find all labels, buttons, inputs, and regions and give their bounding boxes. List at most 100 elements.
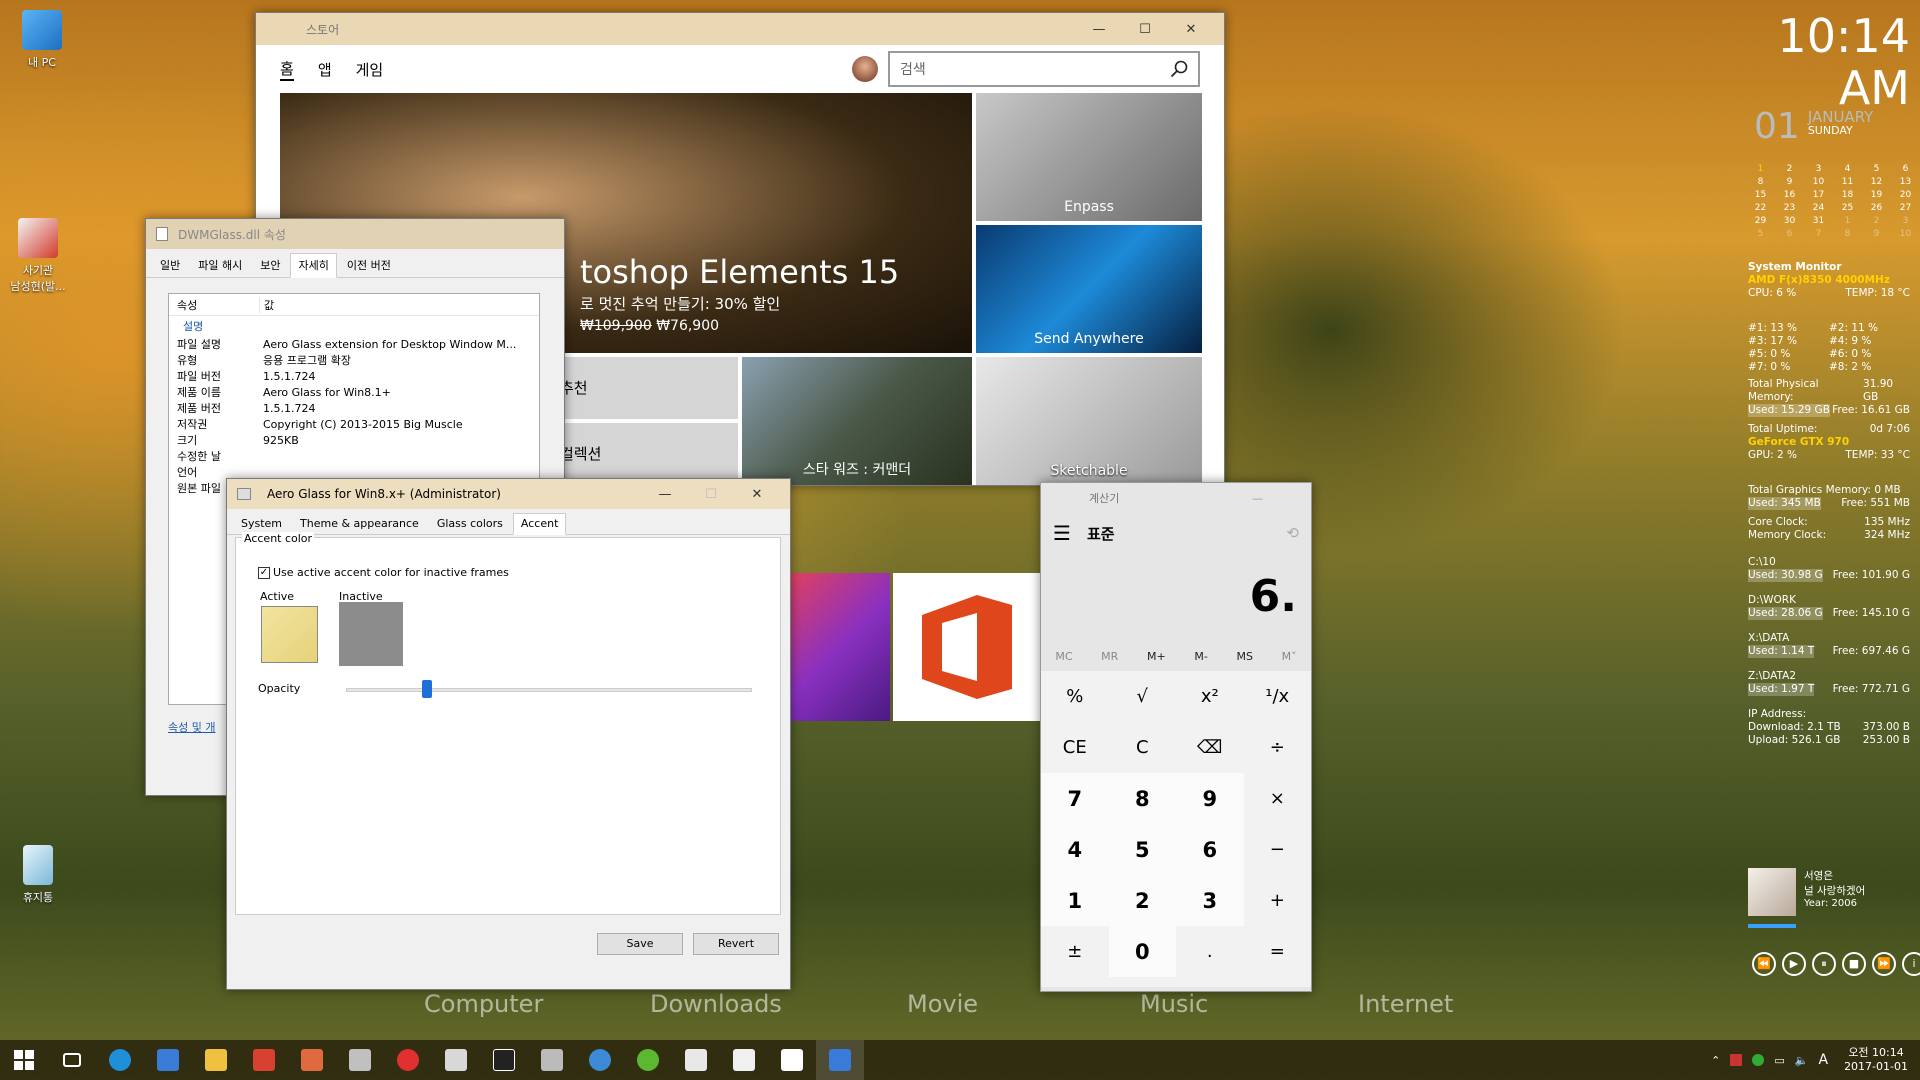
calendar-day[interactable]: 17 (1804, 190, 1833, 200)
calendar-day[interactable]: 10 (1804, 177, 1833, 187)
calendar-day[interactable]: 15 (1746, 190, 1775, 200)
calc-key[interactable]: x² (1176, 671, 1244, 722)
search-box[interactable]: 검색 (888, 51, 1200, 87)
pause-icon[interactable]: ⏸ (1812, 952, 1836, 976)
calendar-day[interactable]: 7 (1804, 229, 1833, 239)
inactive-color-swatch[interactable] (339, 602, 403, 666)
close-button[interactable]: ✕ (734, 487, 780, 502)
calc-key[interactable]: 4 (1041, 824, 1109, 875)
taskbar-ie[interactable] (96, 1040, 144, 1080)
store-side-recommend[interactable]: 추천 (556, 357, 738, 419)
play-icon[interactable]: ▶ (1782, 952, 1806, 976)
desktop-icon-this-pc[interactable]: 내 PC (4, 10, 80, 70)
calendar-day[interactable]: 5 (1746, 229, 1775, 239)
calc-key[interactable]: 2 (1108, 875, 1176, 926)
avatar[interactable] (852, 56, 878, 82)
taskbar-app-5[interactable] (432, 1040, 480, 1080)
property-row[interactable]: 제품 이름 Aero Glass for Win8.1+ (169, 384, 539, 400)
tab-details[interactable]: 자세히 (290, 253, 337, 278)
calendar-day[interactable]: 11 (1833, 177, 1862, 187)
tab-games[interactable]: 게임 (356, 59, 384, 80)
maximize-button[interactable]: ☐ (688, 487, 734, 502)
rewind-icon[interactable]: ⏪ (1752, 952, 1776, 976)
task-view-button[interactable] (48, 1040, 96, 1080)
calc-key[interactable]: 1 (1041, 875, 1109, 926)
calendar-day[interactable]: 22 (1746, 203, 1775, 213)
active-color-swatch[interactable] (261, 606, 318, 663)
calc-key[interactable]: × (1244, 773, 1312, 824)
search-input[interactable]: 검색 (900, 59, 1170, 79)
calendar-day[interactable]: 16 (1775, 190, 1804, 200)
tile-sketchable[interactable]: Sketchable (976, 357, 1202, 485)
tray-icon[interactable] (1752, 1054, 1765, 1066)
minimize-button[interactable]: — (1076, 22, 1122, 37)
stop-icon[interactable]: ■ (1842, 952, 1866, 976)
calc-key[interactable]: ± (1041, 926, 1109, 977)
calendar-day[interactable]: 3 (1891, 216, 1920, 226)
memory-button[interactable]: MS (1236, 650, 1252, 663)
info-icon[interactable]: i (1902, 952, 1920, 976)
calc-key[interactable]: ÷ (1244, 722, 1312, 773)
calc-key[interactable]: − (1244, 824, 1312, 875)
calendar-day[interactable]: 8 (1746, 177, 1775, 187)
calendar-day[interactable]: 25 (1833, 203, 1862, 213)
property-row[interactable]: 파일 버전 1.5.1.724 (169, 368, 539, 384)
calendar-day[interactable]: 8 (1833, 229, 1862, 239)
calendar-day[interactable]: 6 (1891, 164, 1920, 174)
memory-button[interactable]: M+ (1147, 650, 1166, 663)
tray-icon[interactable] (1730, 1054, 1743, 1066)
launcher-movie[interactable]: Movie (907, 990, 978, 1018)
calc-key[interactable]: . (1176, 926, 1244, 977)
input-language[interactable]: A (1818, 1052, 1828, 1068)
calendar-day[interactable]: 18 (1833, 190, 1862, 200)
taskbar-calculator[interactable] (672, 1040, 720, 1080)
calc-key[interactable]: % (1041, 671, 1109, 722)
tab-general[interactable]: 일반 (152, 253, 188, 277)
calc-key[interactable]: C (1109, 722, 1177, 773)
maximize-button[interactable]: ☐ (1122, 22, 1168, 37)
calc-key[interactable]: = (1244, 926, 1312, 977)
tile-office[interactable] (893, 573, 1041, 721)
store-side-collection[interactable]: 컬렉션 (556, 423, 738, 485)
property-row[interactable]: 수정한 날 (169, 448, 539, 464)
taskbar-app-1[interactable] (240, 1040, 288, 1080)
calc-key[interactable]: 8 (1108, 773, 1176, 824)
opacity-slider-track[interactable] (346, 688, 752, 692)
memory-button[interactable]: MC (1055, 650, 1072, 663)
calc-key[interactable]: ⌫ (1176, 722, 1244, 773)
calendar-day[interactable]: 12 (1862, 177, 1891, 187)
calendar-day[interactable]: 1 (1746, 164, 1775, 174)
calc-key[interactable]: √ (1109, 671, 1177, 722)
history-icon[interactable]: ⟲ (1286, 524, 1299, 542)
memory-button[interactable]: MR (1101, 650, 1118, 663)
minimize-button[interactable]: — (642, 487, 688, 502)
calendar-day[interactable]: 31 (1804, 216, 1833, 226)
save-button[interactable]: Save (597, 933, 683, 955)
calc-key[interactable]: 0 (1108, 926, 1176, 977)
calendar-day[interactable]: 4 (1833, 164, 1862, 174)
calc-key[interactable]: + (1244, 875, 1312, 926)
tab-system[interactable]: System (233, 513, 290, 534)
property-row[interactable]: 유형 응용 프로그램 확장 (169, 352, 539, 368)
calc-key[interactable]: 9 (1176, 773, 1244, 824)
calendar-day[interactable]: 24 (1804, 203, 1833, 213)
calendar-day[interactable]: 3 (1804, 164, 1833, 174)
property-row[interactable]: 파일 설명 Aero Glass extension for Desktop Wi… (169, 336, 539, 352)
calc-key[interactable]: 7 (1041, 773, 1109, 824)
calc-key[interactable]: ¹/x (1244, 671, 1312, 722)
tile-star-wars[interactable]: 스타 워즈 : 커맨더 (742, 357, 972, 485)
opacity-slider-thumb[interactable] (422, 680, 433, 698)
calendar-day[interactable]: 23 (1775, 203, 1804, 213)
memory-button[interactable]: M˅ (1282, 650, 1297, 663)
calc-key[interactable]: 6 (1176, 824, 1244, 875)
calendar-day[interactable]: 20 (1891, 190, 1920, 200)
forward-icon[interactable]: ⏩ (1872, 952, 1896, 976)
calc-key[interactable]: 5 (1108, 824, 1176, 875)
calendar-day[interactable]: 5 (1862, 164, 1891, 174)
tile-enpass[interactable]: Enpass (976, 93, 1202, 221)
tab-accent[interactable]: Accent (512, 513, 567, 535)
accent-checkbox-row[interactable]: ✓ Use active accent color for inactive f… (258, 566, 509, 579)
calendar-day[interactable]: 27 (1891, 203, 1920, 213)
calendar-day[interactable]: 9 (1862, 229, 1891, 239)
calendar-day[interactable]: 2 (1775, 164, 1804, 174)
